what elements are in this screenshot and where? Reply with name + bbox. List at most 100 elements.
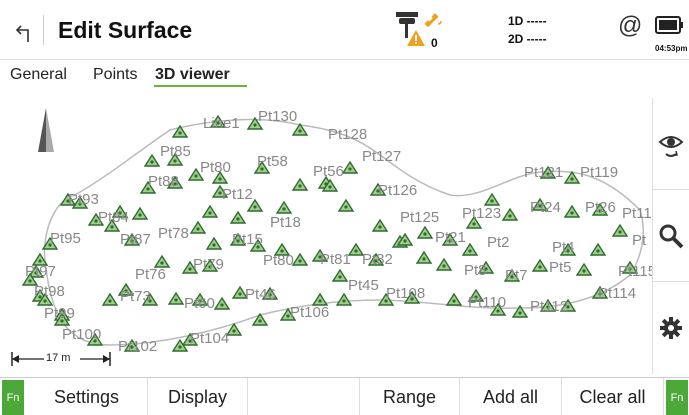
survey-point-marker[interactable] (415, 250, 433, 264)
survey-point-marker[interactable] (341, 160, 359, 174)
survey-point-marker[interactable] (201, 204, 219, 218)
point-label: Pt106 (290, 304, 329, 321)
title-bar: Edit Surface 0 1D ----- 2D ----- @ 04:53… (0, 0, 689, 60)
tab-3d-viewer[interactable]: 3D viewer (155, 66, 230, 84)
point-label: Pt15 (232, 231, 263, 248)
fn-button-left[interactable]: Fn (2, 380, 24, 415)
survey-point-marker[interactable] (171, 124, 189, 138)
settings-gear-button[interactable] (652, 282, 689, 374)
rotate-view-button[interactable] (652, 98, 689, 190)
rotate-view-icon (658, 135, 684, 157)
survey-point-marker[interactable] (416, 225, 434, 239)
survey-point-marker[interactable] (229, 210, 247, 224)
point-label: Pt97 (25, 263, 56, 280)
gear-icon (660, 317, 682, 339)
display-button[interactable]: Display (148, 378, 248, 415)
point-label: Pt76 (135, 266, 166, 283)
tab-points[interactable]: Points (93, 66, 137, 84)
survey-point-marker[interactable] (167, 291, 185, 305)
point-label: Pt102 (118, 338, 157, 355)
point-label: Pt7 (505, 267, 528, 284)
survey-point-marker[interactable] (445, 292, 463, 306)
empty-softkey (248, 378, 360, 415)
point-label: Pt80 (200, 159, 231, 176)
survey-point-marker[interactable] (101, 292, 119, 306)
point-label: Pt114 (598, 285, 636, 302)
at-icon[interactable]: @ (618, 12, 642, 40)
survey-point-marker[interactable] (371, 218, 389, 232)
point-label: Pt84 (98, 209, 129, 226)
search-icon (659, 224, 684, 248)
point-label: Pt18 (270, 214, 301, 231)
survey-point-marker[interactable] (575, 262, 593, 276)
tab-general[interactable]: General (10, 66, 67, 84)
survey-point-marker[interactable] (331, 268, 349, 282)
point-label: Pt108 (386, 285, 425, 302)
point-label: Pt126 (378, 182, 417, 199)
point-markers (21, 114, 639, 352)
survey-point-marker[interactable] (611, 223, 629, 237)
point-label: Pt125 (400, 209, 439, 226)
survey-point-marker[interactable] (131, 206, 149, 220)
point-label: Pt5 (549, 259, 572, 276)
point-label: Pt117 (622, 205, 652, 222)
battery-icon[interactable] (655, 14, 685, 41)
point-label: Pt99 (44, 305, 75, 322)
point-label: Pt110 (468, 294, 506, 311)
point-label: Pt21 (435, 229, 466, 246)
clear-all-button[interactable]: Clear all (562, 378, 664, 415)
survey-point-marker[interactable] (205, 236, 223, 250)
survey-point-marker[interactable] (213, 296, 231, 310)
distance-1d: 1D ----- (508, 14, 547, 28)
point-label: Pt26 (585, 199, 616, 216)
scale-label: 17 m (46, 352, 71, 364)
point-label: Pt58 (257, 153, 288, 170)
fn-button-right[interactable]: Fn (666, 380, 688, 415)
range-button[interactable]: Range (360, 378, 460, 415)
point-label: Line1 (203, 115, 240, 132)
survey-point-marker[interactable] (589, 242, 607, 256)
point-label: Pt79 (193, 256, 224, 273)
point-label: Pt121 (524, 164, 563, 181)
satellite-icon[interactable] (424, 10, 446, 37)
point-label: Pt56 (313, 163, 344, 180)
survey-point-marker[interactable] (291, 177, 309, 191)
settings-button[interactable]: Settings (26, 378, 148, 415)
3d-viewer-canvas[interactable]: Line1 Pt130 Pt128 Pt85 Pt127 Pt80 Pt58 Pt56 Pt88… (0, 94, 660, 377)
receiver-warning-icon[interactable] (392, 12, 426, 55)
zoom-search-button[interactable] (652, 190, 689, 282)
add-all-button[interactable]: Add all (460, 378, 562, 415)
survey-point-marker[interactable] (483, 192, 501, 206)
point-label: Pt (632, 232, 647, 249)
point-label: Pt130 (258, 108, 297, 125)
point-label: Pt128 (328, 126, 367, 143)
softkey-bar: Fn Settings Display Range Add all Clear … (0, 377, 689, 415)
survey-point-marker[interactable] (291, 252, 309, 266)
point-label: Pt60 (184, 295, 215, 312)
point-label: Pt85 (160, 143, 191, 160)
page-title: Edit Surface (58, 17, 193, 43)
point-label: Pt104 (190, 330, 229, 347)
survey-point-marker[interactable] (563, 204, 581, 218)
point-label: Pt45 (348, 277, 379, 294)
north-arrow-icon (38, 108, 54, 152)
title-separator (43, 15, 44, 45)
survey-point-marker[interactable] (531, 258, 549, 272)
point-label: Pt81 (320, 251, 351, 268)
survey-point-marker[interactable] (251, 312, 269, 326)
survey-point-marker[interactable] (275, 200, 293, 214)
survey-point-marker[interactable] (335, 292, 353, 306)
survey-point-marker[interactable] (347, 242, 365, 256)
point-label: Pt119 (580, 164, 618, 181)
back-arrow-icon[interactable] (14, 22, 36, 44)
clock-time: 04:53pm (655, 44, 688, 53)
survey-point-marker[interactable] (501, 207, 519, 221)
tab-bar: General Points 3D viewer (0, 60, 689, 94)
survey-point-marker[interactable] (143, 153, 161, 167)
survey-point-marker[interactable] (435, 257, 453, 271)
point-label: Pt46 (245, 286, 276, 303)
point-label: Pt8 (464, 262, 487, 279)
survey-point-marker[interactable] (189, 220, 207, 234)
surface-plot[interactable]: Line1 Pt130 Pt128 Pt85 Pt127 Pt80 Pt58 Pt56 Pt88… (0, 94, 660, 377)
survey-point-marker[interactable] (337, 198, 355, 212)
